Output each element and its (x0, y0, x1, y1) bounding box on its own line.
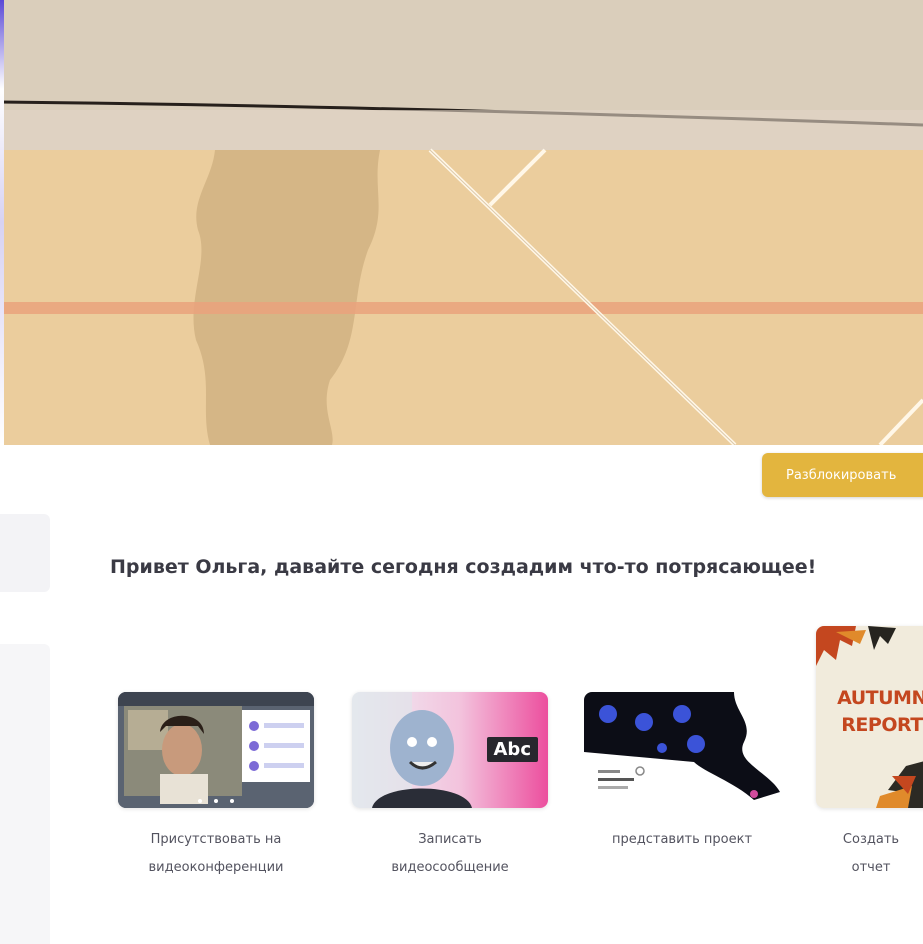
abc-badge: Abc (486, 737, 538, 762)
template-label-video-conference[interactable]: Присутствовать на видеоконференции (118, 826, 314, 882)
sidebar-panel-top (0, 514, 50, 592)
template-label-line1: Создать (842, 832, 900, 847)
project-presentation-thumbnail-icon (584, 692, 780, 800)
template-card-create-report[interactable]: AUTUMN REPORT (816, 626, 923, 808)
autumn-title: AUTUMN (837, 687, 923, 709)
template-label-present-project[interactable]: представить проект (584, 826, 780, 854)
report-title: REPORT (841, 714, 923, 736)
video-conference-thumbnail-icon (118, 692, 314, 808)
template-card-present-project[interactable] (584, 692, 780, 808)
left-edge-strip (0, 0, 4, 445)
template-label-line1: Присутствовать на (150, 832, 282, 847)
template-card-video-message[interactable]: Abc (352, 692, 548, 808)
sidebar-panel-bottom (0, 644, 50, 944)
template-label-line1: Записать (418, 832, 482, 847)
template-label-line1: представить проект (611, 832, 753, 847)
template-label-video-message[interactable]: Записать видеосообщение (352, 826, 548, 882)
template-label-create-report[interactable]: Создать отчет (816, 826, 923, 882)
unlock-button[interactable]: Разблокировать (762, 453, 923, 497)
background-photo-art (0, 0, 923, 445)
template-label-line2: отчет (851, 860, 891, 875)
template-label-line2: видеосообщение (391, 860, 509, 875)
template-label-line2: видеоконференции (148, 860, 284, 875)
template-card-video-conference[interactable] (118, 692, 314, 808)
header-background-photo (0, 0, 923, 445)
greeting-heading: Привет Ольга, давайте сегодня создадим ч… (110, 556, 817, 578)
